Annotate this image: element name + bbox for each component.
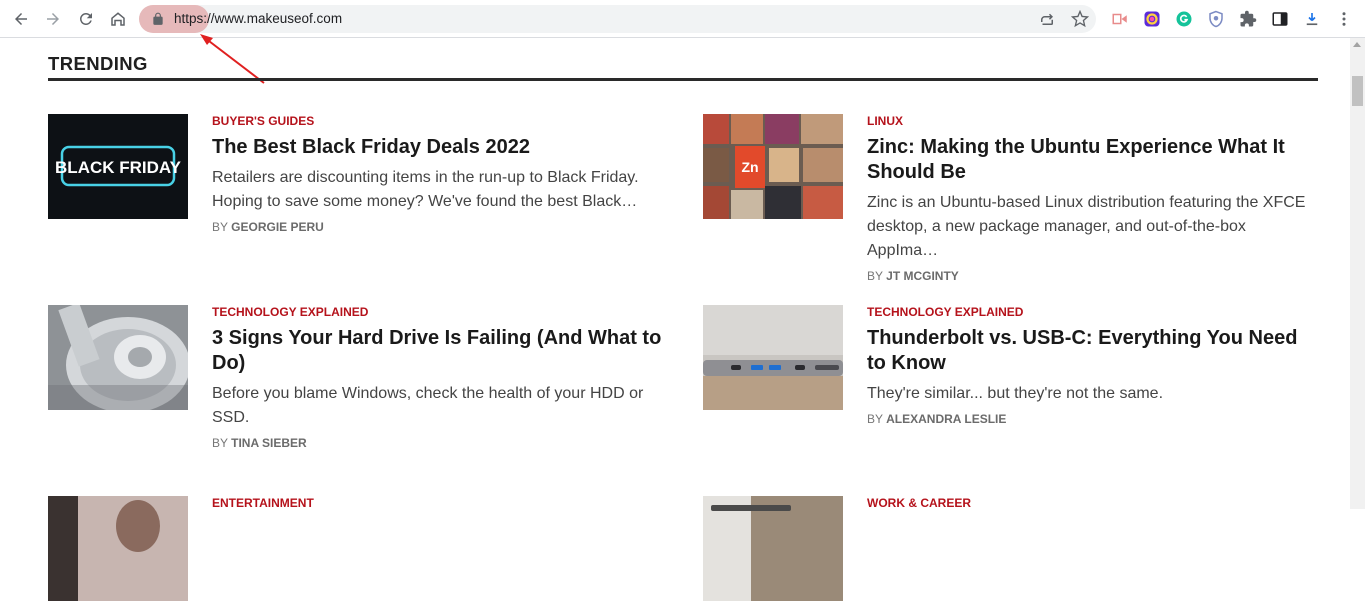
download-icon [1306,13,1318,26]
share-icon[interactable] [1038,10,1056,28]
back-button[interactable] [8,6,34,32]
article-thumbnail[interactable] [48,496,188,601]
sidepanel-button[interactable] [1271,10,1289,28]
grammarly-icon [1176,11,1192,27]
address-bar[interactable]: https://www.makeuseof.com [139,5,1096,33]
article-body: ENTERTAINMENT [212,496,662,510]
back-icon [15,13,27,25]
download-button[interactable] [1303,10,1321,28]
page-scrollbar[interactable] [1350,38,1365,509]
article-body: TECHNOLOGY EXPLAINED Thunderbolt vs. USB… [867,305,1317,426]
video-ext-button[interactable] [1111,10,1129,28]
article-excerpt: Before you blame Windows, check the heal… [212,385,644,426]
extensions-button[interactable] [1239,10,1257,28]
article-title[interactable]: 3 Signs Your Hard Drive Is Failing (And … [212,326,662,376]
hard-drive-image [48,305,188,410]
lock-icon[interactable] [151,12,165,26]
article-body: LINUX Zinc: Making the Ubuntu Experience… [867,114,1317,283]
article-author[interactable]: GEORGIE PERU [231,220,324,234]
article-category[interactable]: ENTERTAINMENT [212,496,662,510]
article-title[interactable]: Thunderbolt vs. USB-C: Everything You Ne… [867,326,1317,376]
work-career-image [703,496,843,601]
article-author[interactable]: TINA SIEBER [231,436,307,450]
more-menu-button[interactable] [1335,10,1353,28]
byline-prefix: BY [212,436,228,450]
article-excerpt: Zinc is an Ubuntu-based Linux distributi… [867,194,1306,259]
article-category[interactable]: TECHNOLOGY EXPLAINED [212,305,662,319]
article-author[interactable]: JT MCGINTY [886,269,959,283]
byline-prefix: BY [867,269,883,283]
section-title: TRENDING [48,53,148,74]
byline-prefix: BY [867,412,883,426]
shield-ext-icon [1209,10,1223,28]
forward-icon [47,13,59,25]
article-category[interactable]: WORK & CAREER [867,496,1317,510]
article-thumbnail[interactable] [48,305,188,410]
article-byline: BY GEORGIE PERU [212,220,662,234]
color-ext-icon [1144,11,1160,27]
annotation-arrow [200,34,265,84]
article-category[interactable]: TECHNOLOGY EXPLAINED [867,305,1317,319]
article-body: TECHNOLOGY EXPLAINED 3 Signs Your Hard D… [212,305,662,450]
byline-prefix: BY [212,220,228,234]
grammarly-button[interactable] [1175,10,1193,28]
article-category[interactable]: LINUX [867,114,1317,128]
article-byline: BY TINA SIEBER [212,436,662,450]
article-title[interactable]: The Best Black Friday Deals 2022 [212,135,662,160]
article-excerpt: Retailers are discounting items in the r… [212,169,639,210]
black-friday-image: BLACK FRIDAY [48,114,188,219]
article-body: WORK & CAREER [867,496,1317,510]
url-text[interactable]: https://www.makeuseof.com [174,11,342,27]
zinc-tiles-image: Zn [703,114,843,219]
shield-ext-button[interactable] [1207,10,1225,28]
thumb-text: BLACK FRIDAY [55,158,182,177]
forward-button[interactable] [40,6,66,32]
sidepanel-icon [1272,12,1288,26]
home-button[interactable] [105,6,131,32]
laptop-ports-image [703,305,843,410]
scrollbar-thumb[interactable] [1352,76,1363,106]
article-title[interactable]: Zinc: Making the Ubuntu Experience What … [867,135,1317,185]
article-author[interactable]: ALEXANDRA LESLIE [886,412,1006,426]
star-icon[interactable] [1071,10,1089,28]
color-ext-button[interactable] [1143,10,1161,28]
thumb-text: Zn [741,159,758,175]
puzzle-icon [1240,10,1257,27]
article-thumbnail[interactable]: Zn [703,114,843,219]
home-icon [111,12,125,26]
section-divider [48,78,1318,81]
more-menu-icon [1342,12,1346,26]
article-body: BUYER'S GUIDES The Best Black Friday Dea… [212,114,662,234]
article-byline: BY JT MCGINTY [867,269,1317,283]
article-byline: BY ALEXANDRA LESLIE [867,412,1317,426]
article-thumbnail[interactable]: BLACK FRIDAY [48,114,188,219]
entertainment-image [48,496,188,601]
article-thumbnail[interactable] [703,305,843,410]
scroll-up-icon[interactable] [1353,42,1361,47]
article-excerpt: They're similar... but they're not the s… [867,385,1164,402]
reload-button[interactable] [73,6,99,32]
video-ext-icon [1112,13,1127,25]
reload-icon [79,12,92,25]
article-category[interactable]: BUYER'S GUIDES [212,114,662,128]
article-thumbnail[interactable] [703,496,843,601]
